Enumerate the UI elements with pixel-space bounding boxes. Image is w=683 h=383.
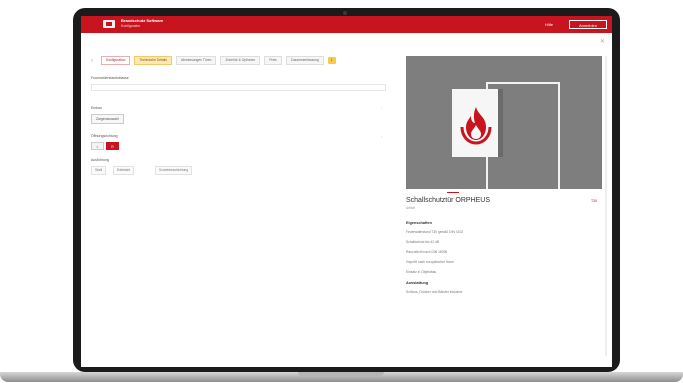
equipment-item: Schloss, Drücker und Bänder inklusive xyxy=(406,290,463,294)
option-chip[interactable]: Stahl xyxy=(91,166,107,175)
company-name: Brandschutz Software xyxy=(121,18,164,23)
equipment-heading: Ausstattung xyxy=(406,281,429,285)
product-title: Schallschutztür ORPHEUS xyxy=(406,197,491,204)
tab-technische-details[interactable]: Technische Details xyxy=(134,56,172,65)
chevron-icon-2[interactable]: › xyxy=(381,134,382,139)
group1-label: Einbau xyxy=(91,106,102,110)
tab-zusammenfassung[interactable]: Zusammenfassung xyxy=(285,56,324,65)
close-icon[interactable]: ✕ xyxy=(600,38,605,45)
laptop-notch xyxy=(298,372,384,376)
configuration-panel: ‹ Konfiguration Technische Details Abmes… xyxy=(91,42,386,362)
frame-select-button[interactable]: Zargenauswahl xyxy=(91,114,124,124)
laptop-screen: Brandschutz Software Konfigurator Hilfe … xyxy=(81,16,612,367)
login-button[interactable]: Anmelden xyxy=(569,20,607,29)
toggle-left[interactable]: L xyxy=(91,142,104,150)
scrollbar[interactable] xyxy=(605,56,607,356)
back-icon[interactable]: ‹ xyxy=(91,58,97,64)
tab-preis[interactable]: Preis xyxy=(264,56,282,65)
tab-zubehoer[interactable]: Zubehör & Optionen xyxy=(220,56,261,65)
product-code: T30 xyxy=(591,199,598,203)
door-shadow xyxy=(498,89,503,157)
tab-konfiguration[interactable]: Konfiguration xyxy=(101,56,131,65)
option-chip[interactable]: Sonderbeschichtung xyxy=(155,166,193,175)
help-link[interactable]: Hilfe xyxy=(545,22,553,27)
group2-label: Öffnungsrichtung xyxy=(91,134,118,138)
group3-label: Ausführung xyxy=(91,158,109,162)
feature-item: Feuerwiderstand T30 gemäß DIN 4102 xyxy=(406,230,464,234)
product-panel: Schallschutztür ORPHEUS Artikel T30 Eige… xyxy=(406,56,602,356)
product-subtitle: Artikel xyxy=(406,206,416,210)
product-image xyxy=(406,56,602,189)
feature-item: Rauchdicht nach DIN 18095 xyxy=(406,250,448,254)
company-subtitle: Konfigurator xyxy=(121,24,141,28)
feature-item: Einsatz in Objektbau xyxy=(406,270,437,274)
tab-bar: ‹ Konfiguration Technische Details Abmes… xyxy=(91,56,336,65)
chevron-icon[interactable]: › xyxy=(381,106,382,111)
tab-abmessungen[interactable]: Abmessungen Türen xyxy=(175,56,217,65)
feature-item: Schallschutz bis 42 dB xyxy=(406,240,440,244)
class-input[interactable] xyxy=(91,84,386,91)
features-heading: Eigenschaften xyxy=(406,221,432,225)
toggle-right[interactable]: R xyxy=(106,142,119,150)
app-header: Brandschutz Software Konfigurator Hilfe … xyxy=(81,16,612,33)
feature-item: Geprüft nach europäischer Norm xyxy=(406,260,455,264)
laptop-bezel: Brandschutz Software Konfigurator Hilfe … xyxy=(73,8,620,372)
camera-dot xyxy=(343,11,347,15)
logo-icon xyxy=(103,20,115,28)
fire-logo-icon xyxy=(460,107,492,145)
form-title: Feuerwiderstandsklasse xyxy=(91,76,129,80)
tab-badge: 1 xyxy=(327,57,336,64)
option-chip[interactable]: Edelstahl xyxy=(113,166,135,175)
